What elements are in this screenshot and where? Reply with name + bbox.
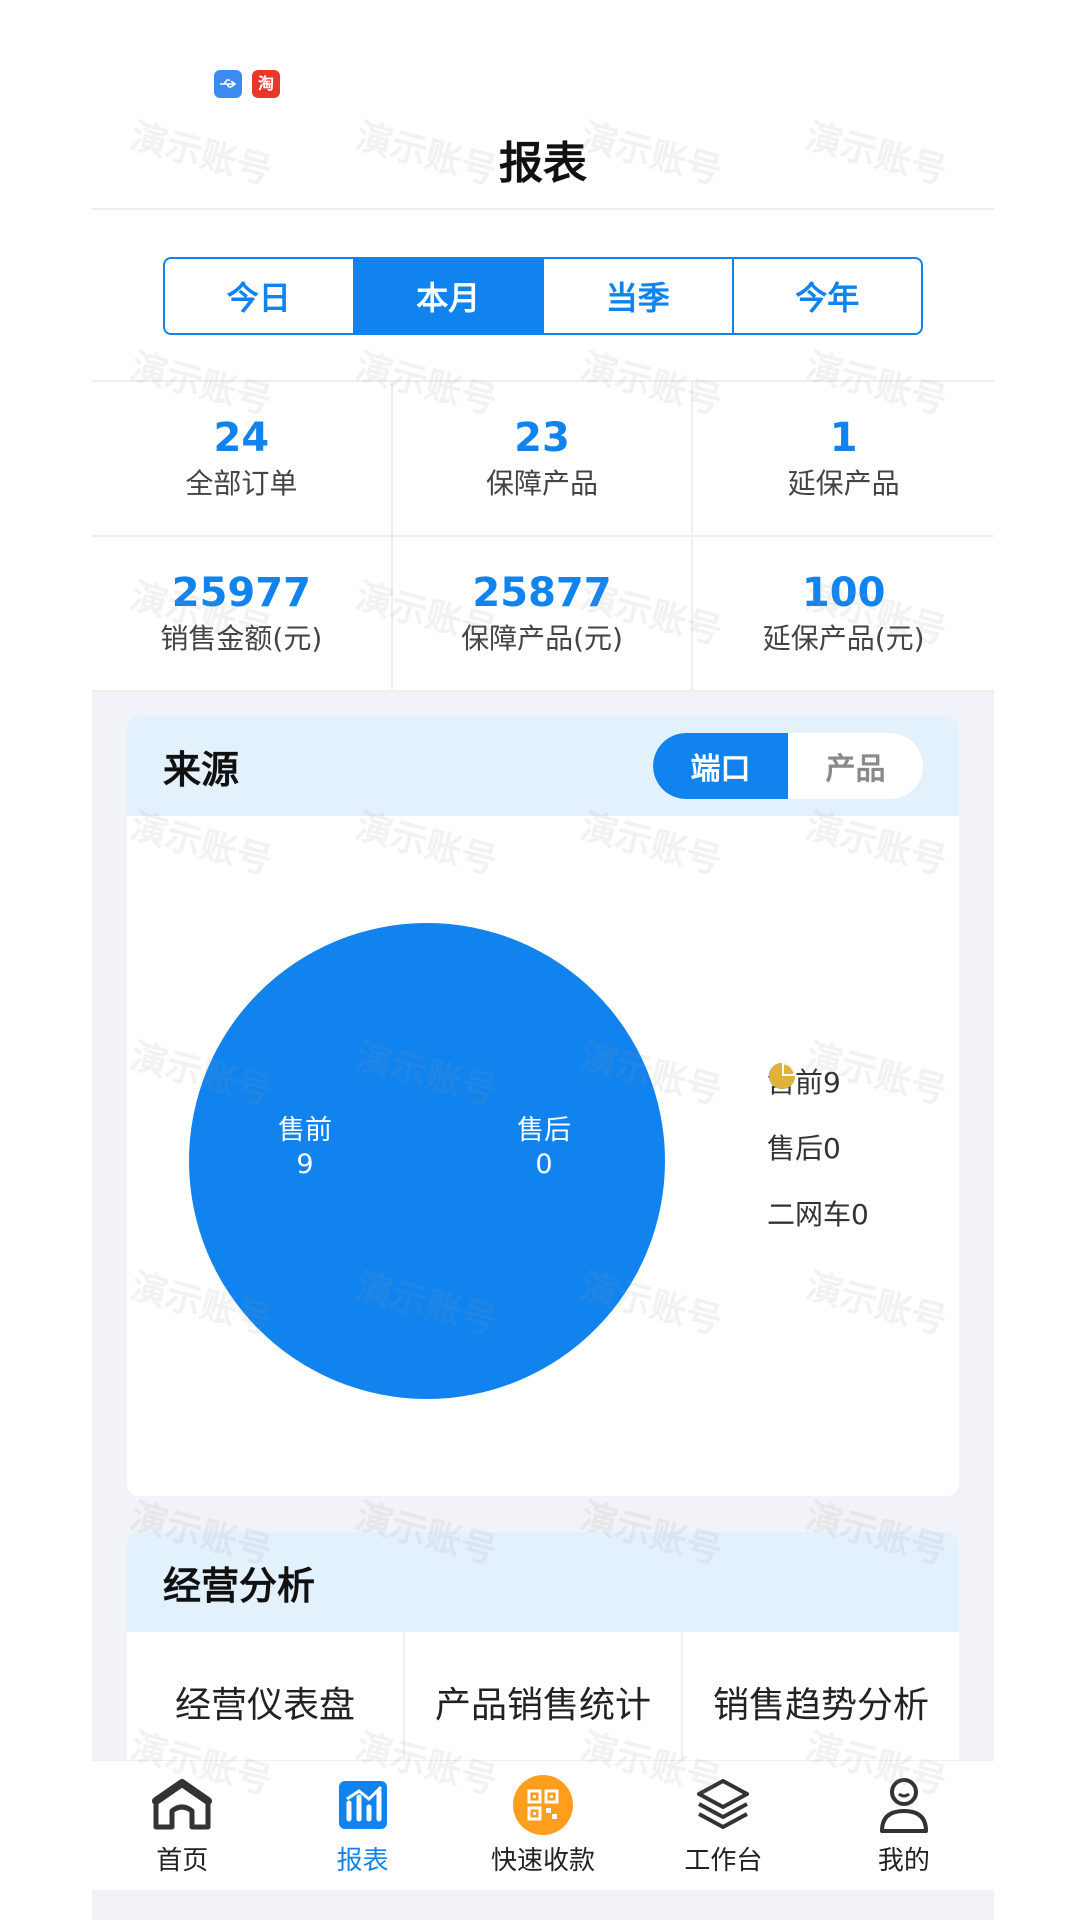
- stat-value: 1: [829, 414, 858, 461]
- stat-value: 23: [514, 414, 570, 461]
- legend-item-aftersale[interactable]: 售后0: [767, 1063, 869, 1167]
- nav-mine[interactable]: 我的: [814, 1761, 994, 1890]
- stat-extended-warranty[interactable]: 1 延保产品: [693, 382, 994, 537]
- stats-grid: 24 全部订单 23 保障产品 1 延保产品 25977 销售金额(元) 258…: [92, 380, 994, 692]
- source-chart-area: 售前 9 售后 0 售前9 售后0 二网车0: [127, 816, 959, 1496]
- nav-home[interactable]: 首页: [92, 1761, 272, 1890]
- stat-label: 延保产品: [787, 466, 900, 500]
- pie-label-value-0: 9: [296, 1149, 313, 1180]
- nav-report[interactable]: 报表: [272, 1761, 452, 1890]
- qr-code-icon: [512, 1774, 574, 1836]
- period-tab-quarter[interactable]: 当季: [544, 259, 734, 333]
- pie-label-value-1: 0: [535, 1149, 552, 1180]
- nav-label: 工作台: [684, 1846, 763, 1876]
- stat-warranty-amount[interactable]: 100 延保产品(元): [693, 537, 994, 692]
- stat-label: 全部订单: [185, 466, 298, 500]
- stat-label: 销售金额(元): [160, 621, 323, 655]
- report-content: 来源 端口 产品 售前 9 售后 0 售前9 售后0 二网车0 经营分析 经营仪…: [92, 692, 994, 1920]
- stat-label: 保障产品: [485, 466, 598, 500]
- nav-quick-payment[interactable]: 快速收款: [453, 1761, 633, 1890]
- home-icon: [151, 1774, 213, 1836]
- stat-protection-amount[interactable]: 25877 保障产品(元): [392, 537, 694, 692]
- period-segmented-control: 今日 本月 当季 今年: [163, 257, 923, 335]
- toggle-port[interactable]: 端口: [653, 733, 788, 799]
- source-pie-chart: 售前9 售后0: [189, 923, 665, 1399]
- nav-workbench[interactable]: 工作台: [633, 1761, 813, 1890]
- source-title: 来源: [163, 747, 240, 792]
- chart-legend: 售前9 售后0 二网车0: [767, 1061, 869, 1233]
- period-tab-month[interactable]: 本月: [354, 259, 544, 333]
- stat-value: 25877: [472, 569, 612, 616]
- toggle-product[interactable]: 产品: [788, 733, 923, 799]
- stat-label: 延保产品(元): [762, 621, 925, 655]
- stat-value: 100: [801, 569, 886, 616]
- nav-label: 我的: [877, 1846, 930, 1876]
- nav-label: 首页: [156, 1846, 209, 1876]
- source-toggle: 端口 产品: [653, 733, 923, 799]
- analysis-links: 经营仪表盘 产品销售统计 销售趋势分析: [127, 1632, 959, 1772]
- link-sales-trend-analysis[interactable]: 销售趋势分析: [683, 1632, 959, 1772]
- pie-slice-0[interactable]: [189, 923, 665, 1399]
- period-tab-year[interactable]: 今年: [734, 259, 922, 333]
- analysis-card: 经营分析 经营仪表盘 产品销售统计 销售趋势分析: [127, 1532, 959, 1772]
- stat-all-orders[interactable]: 24 全部订单: [92, 382, 393, 537]
- page-title: 报表: [499, 138, 587, 189]
- bottom-nav: 首页 报表 快速收款 工作台 我的: [92, 1760, 994, 1890]
- pie-label-name-0: 售前: [278, 1115, 332, 1146]
- nav-label: 快速收款: [491, 1846, 596, 1876]
- stat-protection-products[interactable]: 23 保障产品: [392, 382, 694, 537]
- page-header: 报表: [92, 110, 994, 210]
- user-icon: [873, 1774, 935, 1836]
- nav-label: 报表: [336, 1846, 389, 1876]
- stat-value: 24: [213, 414, 270, 461]
- stat-label: 保障产品(元): [461, 621, 623, 655]
- legend-item-second-dealer[interactable]: 二网车0: [767, 1063, 869, 1233]
- source-card: 来源 端口 产品 售前 9 售后 0 售前9 售后0 二网车0: [127, 716, 959, 1496]
- pie-label-name-1: 售后: [517, 1115, 571, 1146]
- legend-label: 售后0: [767, 1132, 841, 1165]
- source-card-header: 来源 端口 产品: [127, 716, 959, 816]
- stat-value: 25977: [171, 569, 311, 616]
- analysis-title: 经营分析: [163, 1563, 316, 1608]
- legend-label: 二网车0: [767, 1198, 869, 1231]
- link-business-dashboard[interactable]: 经营仪表盘: [127, 1632, 405, 1772]
- layers-icon: [692, 1774, 754, 1836]
- report-icon: [332, 1774, 394, 1836]
- stat-sales-amount[interactable]: 25977 销售金额(元): [92, 537, 393, 692]
- app-frame: 报表 今日 本月 当季 今年 24 全部订单 23 保障产品 1 延保产品 25…: [92, 0, 994, 1920]
- link-product-sales-stats[interactable]: 产品销售统计: [405, 1632, 683, 1772]
- analysis-card-header: 经营分析: [127, 1532, 959, 1632]
- pie-slice-icon: [769, 1063, 795, 1089]
- period-tab-today[interactable]: 今日: [165, 259, 355, 333]
